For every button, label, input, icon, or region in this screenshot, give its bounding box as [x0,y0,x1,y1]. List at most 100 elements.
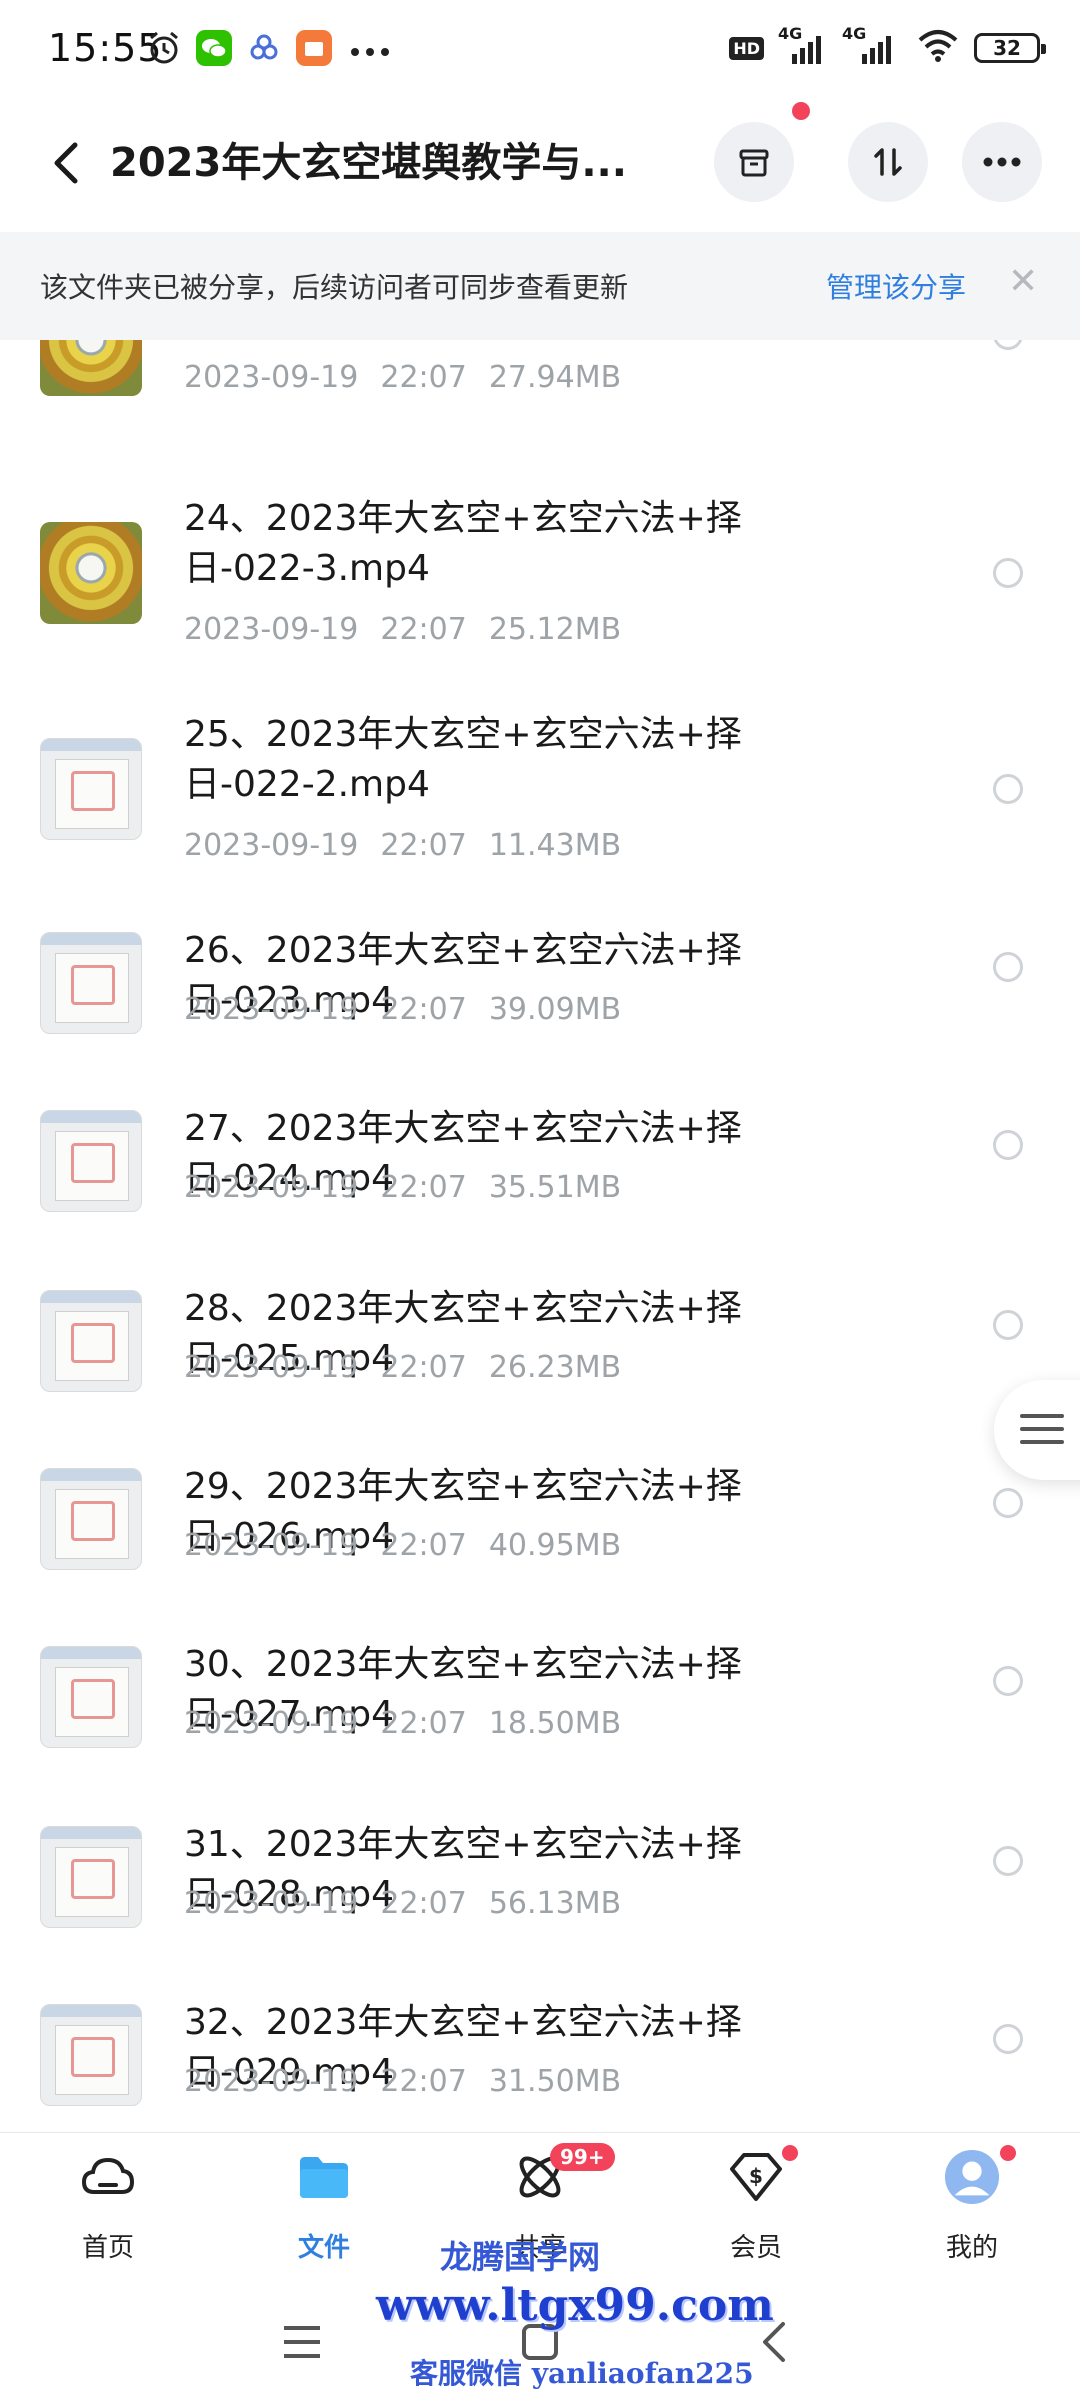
file-time: 22:07 [380,1350,467,1385]
video-thumbnail[interactable] [40,1290,142,1392]
mine-notification-dot [1000,2145,1016,2161]
file-row[interactable]: 28、2023年大玄空+玄空六法+择日-025.mp4 2023-09-19 22:… [0,1288,1080,1470]
file-date: 2023-09-19 [184,1350,359,1385]
video-thumbnail[interactable] [40,1110,142,1212]
file-date: 2023-09-19 [184,360,359,395]
file-list: 日-022-1.mp4 2023-09-19 22:07 27.94MB 24、2023… [0,340,1080,2132]
select-radio[interactable] [993,340,1023,350]
select-radio[interactable] [993,1488,1023,1518]
nav-files[interactable]: 文件 [264,2149,384,2273]
file-time: 22:07 [380,612,467,647]
watermark-url: www.ltgx99.com [376,2280,774,2331]
file-size: 27.94MB [488,360,622,395]
select-radio[interactable] [993,774,1023,804]
file-row[interactable]: 31、2023年大玄空+玄空六法+择日-028.mp4 2023-09-19 22:… [0,1824,1080,2006]
chevron-left-icon [54,142,78,184]
file-date: 2023-09-19 [184,2064,359,2099]
video-thumbnail[interactable] [40,738,142,840]
file-time: 22:07 [380,1170,467,1205]
watermark-title: 龙腾国学网 [440,2238,601,2276]
avatar [944,2149,1000,2205]
app-icon [246,30,282,70]
select-radio[interactable] [993,1846,1023,1876]
archive-button[interactable] [714,122,794,202]
network-type-1: 4G [778,24,803,43]
file-meta: 2023-09-19 22:07 11.43MB [184,828,621,863]
more-horizontal-icon [983,157,1021,167]
nav-vip-label: 会员 [729,2233,782,2263]
file-meta: 2023-09-19 22:07 27.94MB [184,360,621,395]
file-size: 39.09MB [488,992,622,1027]
video-thumbnail[interactable] [40,340,142,396]
file-size: 56.13MB [488,1886,622,1921]
video-thumbnail[interactable] [40,1646,142,1748]
select-radio[interactable] [993,1310,1023,1340]
file-meta: 2023-09-19 22:07 40.95MB [184,1528,621,1563]
nav-mine[interactable]: 我的 [912,2145,1032,2273]
status-right: HD 4G 4G 32 [729,24,1046,68]
watermark-contact: 客服微信 yanliaofan225 [410,2357,754,2390]
file-row[interactable]: 30、2023年大玄空+玄空六法+择日-027.mp4 2023-09-19 22:… [0,1644,1080,1826]
file-row[interactable]: 27、2023年大玄空+玄空六法+择日-024.mp4 2023-09-19 22:… [0,1108,1080,1290]
share-banner: 该文件夹已被分享，后续访问者可同步查看更新 管理该分享 ✕ [0,232,1080,340]
nav-vip[interactable]: $ 会员 [696,2145,816,2273]
file-date: 2023-09-19 [184,1528,359,1563]
file-time: 22:07 [380,828,467,863]
battery-indicator: 32 [974,33,1046,63]
file-time: 22:07 [380,2064,467,2099]
file-row[interactable]: 32、2023年大玄空+玄空六法+择日-029.mp4 2023-09-19 22:… [0,2002,1080,2132]
menu-lines-icon [1020,1414,1064,1453]
select-radio[interactable] [993,952,1023,982]
video-thumbnail[interactable] [40,1468,142,1570]
file-time: 22:07 [380,992,467,1027]
file-meta: 2023-09-19 22:07 35.51MB [184,1170,621,1205]
cloud-icon [80,2149,136,2205]
recent-apps-button[interactable] [272,2312,332,2372]
file-meta: 2023-09-19 22:07 31.50MB [184,2064,621,2099]
hd-badge: HD [729,36,764,60]
archive-icon [739,149,769,177]
file-meta: 2023-09-19 22:07 26.23MB [184,1350,621,1385]
file-size: 35.51MB [488,1170,622,1205]
banner-text: 该文件夹已被分享，后续访问者可同步查看更新 [40,271,629,304]
page-title: 2023年大玄空堪舆教学与... [110,140,627,186]
file-size: 25.12MB [488,612,622,647]
signal-icon: 4G [778,24,828,66]
select-radio[interactable] [993,558,1023,588]
file-time: 22:07 [380,1528,467,1563]
close-icon[interactable]: ✕ [1008,262,1038,302]
file-row[interactable]: 29、2023年大玄空+玄空六法+择日-026.mp4 2023-09-19 22:… [0,1466,1080,1648]
sort-button[interactable] [848,122,928,202]
alarm-icon [146,30,182,70]
back-button[interactable] [40,134,92,192]
file-size: 18.50MB [488,1706,622,1741]
wifi-icon [916,28,960,68]
select-radio[interactable] [993,1666,1023,1696]
more-options-button[interactable] [962,122,1042,202]
file-row[interactable]: 26、2023年大玄空+玄空六法+择日-023.mp4 2023-09-19 22:… [0,930,1080,1112]
file-name[interactable]: 日-022-1.mp4 [184,340,944,344]
file-row[interactable]: 日-022-1.mp4 2023-09-19 22:07 27.94MB [0,340,1080,480]
file-row[interactable]: 25、2023年大玄空+玄空六法+择日-022-2.mp4 2023-09-19 2… [0,714,1080,896]
video-thumbnail[interactable] [40,2004,142,2106]
nav-home[interactable]: 首页 [48,2149,168,2273]
status-bar: 15:55 HD 4G 4G 32 [0,0,1080,96]
file-date: 2023-09-19 [184,1170,359,1205]
file-time: 22:07 [380,1886,467,1921]
manage-share-link[interactable]: 管理该分享 [826,266,966,306]
video-thumbnail[interactable] [40,522,142,624]
diamond-dollar-icon: $ [728,2149,784,2205]
sort-icon [874,148,902,176]
more-notifications-icon [350,42,390,61]
file-size: 40.95MB [488,1528,622,1563]
select-radio[interactable] [993,2024,1023,2054]
file-name[interactable]: 24、2023年大玄空+玄空六法+择日-022-3.mp4 [184,494,744,594]
video-thumbnail[interactable] [40,932,142,1034]
select-radio[interactable] [993,1130,1023,1160]
file-date: 2023-09-19 [184,992,359,1027]
signal-icon-2: 4G [842,24,902,66]
video-thumbnail[interactable] [40,1826,142,1928]
file-row[interactable]: 24、2023年大玄空+玄空六法+择日-022-3.mp4 2023-09-19 2… [0,498,1080,680]
file-meta: 2023-09-19 22:07 18.50MB [184,1706,621,1741]
file-name[interactable]: 25、2023年大玄空+玄空六法+择日-022-2.mp4 [184,710,744,810]
